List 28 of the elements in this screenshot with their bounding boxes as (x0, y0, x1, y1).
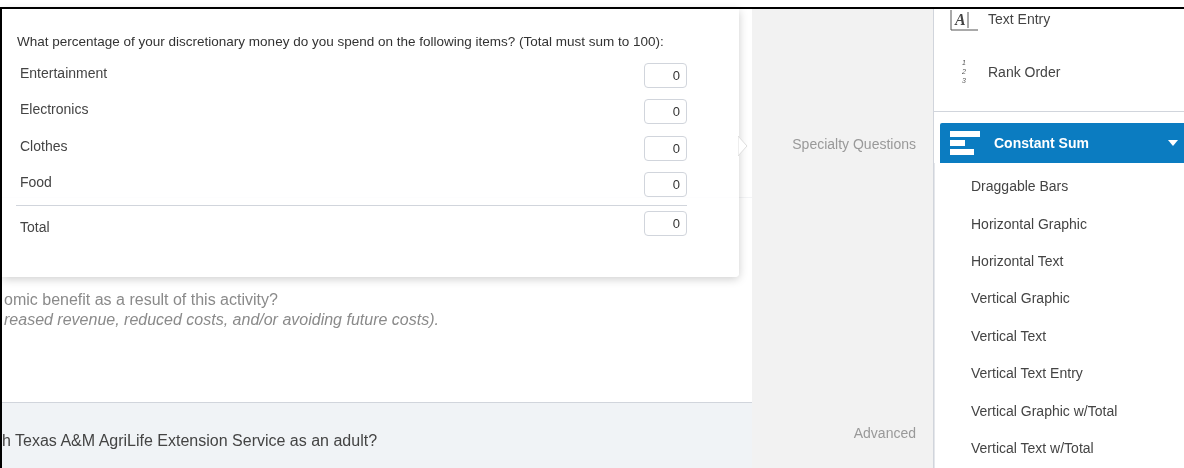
dropdown-option[interactable]: Vertical Text (935, 317, 1184, 355)
dropdown-option[interactable]: Vertical Text Entry (935, 354, 1184, 393)
section-label: Advanced (853, 424, 916, 443)
question-text: h Texas A&M AgriLife Extension Service as an adult? (2, 430, 378, 451)
total-field[interactable]: 0 (644, 211, 687, 237)
input-field[interactable]: 0 (644, 99, 687, 125)
dropdown-option[interactable]: Vertical Graphic w/Total (935, 392, 1184, 430)
item-label: Food (20, 173, 52, 193)
item-label: Entertainment (20, 63, 108, 83)
input-field[interactable]: 0 (644, 62, 687, 88)
total-label: Total (20, 218, 50, 238)
dropdown-option[interactable]: Vertical Text w/Total (935, 429, 1184, 468)
question-type-dropdown[interactable]: Constant Sum (940, 123, 1184, 163)
question-text: omic benefit as a result of this activity? (4, 290, 278, 310)
section-label: Specialty Questions (792, 135, 916, 154)
dropdown-option[interactable]: Vertical Graphic (935, 280, 1184, 318)
input-field[interactable]: 0 (644, 135, 687, 161)
dropdown-option[interactable]: Horizontal Text (935, 242, 1184, 281)
question-prompt: What percentage of your discretionary money do you spend on the following items? (Total must sum to 100): (16, 35, 665, 48)
item-label: Clothes (20, 136, 68, 156)
question-text: reased revenue, reduced costs, and/or avoiding future costs). (4, 310, 439, 330)
input-field[interactable]: 0 (644, 172, 687, 198)
caret-icon (1168, 140, 1178, 146)
question-type-item[interactable]: A Text Entry (934, 9, 1184, 37)
dropdown-option[interactable]: Horizontal Graphic (935, 205, 1184, 243)
item-label: Electronics (20, 100, 89, 120)
dropdown-option[interactable]: Draggable Bars (935, 168, 1184, 206)
constant-sum-icon (950, 131, 980, 155)
